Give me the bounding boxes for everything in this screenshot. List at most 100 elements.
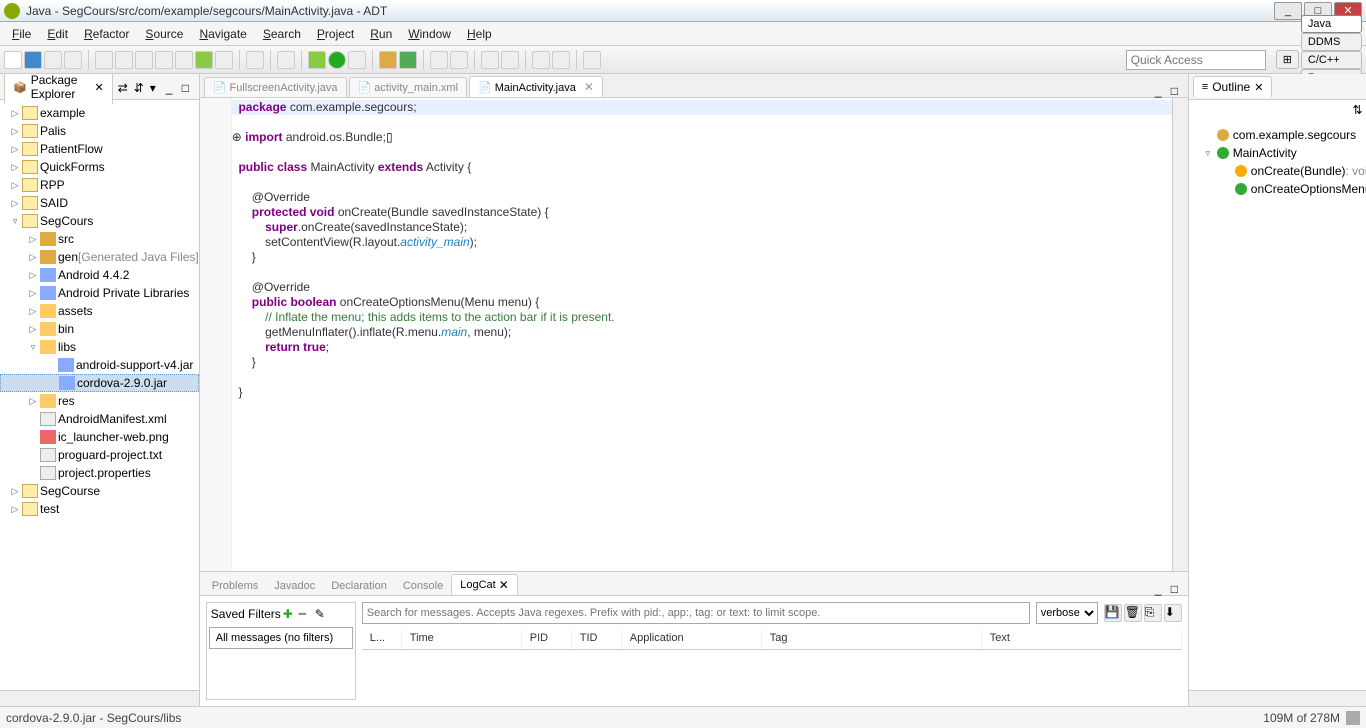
outline-tab[interactable]: ≡ Outline ✕ <box>1193 76 1273 97</box>
scroll-lock-icon[interactable]: ⎘ <box>1144 604 1162 622</box>
log-column-header[interactable]: Text <box>982 630 1182 649</box>
minimize-icon[interactable]: _ <box>165 80 179 94</box>
search-button[interactable] <box>450 51 468 69</box>
logcat-level-select[interactable]: verbose <box>1036 602 1098 624</box>
save-button[interactable] <box>24 51 42 69</box>
editor-tab[interactable]: 📄 FullscreenActivity.java <box>204 77 347 97</box>
expander-icon[interactable]: ▷ <box>28 324 38 335</box>
down-icon[interactable]: ⬇ <box>1164 604 1182 622</box>
expander-icon[interactable]: ▷ <box>10 504 20 515</box>
tree-item[interactable]: ▷Android Private Libraries <box>0 284 199 302</box>
lint-button[interactable] <box>246 51 264 69</box>
quick-access-input[interactable] <box>1126 50 1266 70</box>
pin-button[interactable] <box>583 51 601 69</box>
expander-icon[interactable]: ▷ <box>10 198 20 209</box>
external-tools-button[interactable] <box>348 51 366 69</box>
logcat-search-input[interactable] <box>362 602 1030 624</box>
close-icon[interactable]: ✕ <box>499 578 509 592</box>
tree-item[interactable]: cordova-2.9.0.jar <box>0 374 199 392</box>
edit-filter-icon[interactable]: ✎ <box>315 607 329 621</box>
tool-button[interactable] <box>115 51 133 69</box>
log-column-header[interactable]: Application <box>622 630 762 649</box>
tree-item[interactable]: ▷test <box>0 500 199 518</box>
outline-item[interactable]: ▿MainActivity <box>1193 144 1366 162</box>
tree-item[interactable]: ▷RPP <box>0 176 199 194</box>
log-column-header[interactable]: PID <box>522 630 572 649</box>
perspective-java[interactable]: Java <box>1301 15 1362 33</box>
sort-icon[interactable]: ⇅ <box>1352 102 1366 116</box>
expander-icon[interactable]: ▷ <box>10 108 20 119</box>
horizontal-scrollbar[interactable] <box>0 690 199 706</box>
tree-item[interactable]: ▷PatientFlow <box>0 140 199 158</box>
expander-icon[interactable]: ▷ <box>28 252 38 263</box>
save-log-icon[interactable]: 💾 <box>1104 604 1122 622</box>
horizontal-scrollbar[interactable] <box>1189 690 1366 706</box>
tree-item[interactable]: ▷res <box>0 392 199 410</box>
view-menu-icon[interactable]: ▾ <box>149 80 163 94</box>
add-filter-icon[interactable]: ✚ <box>283 607 297 621</box>
expander-icon[interactable]: ▷ <box>28 306 38 317</box>
expander-icon[interactable]: ▷ <box>28 270 38 281</box>
tree-item[interactable]: ▷gen [Generated Java Files] <box>0 248 199 266</box>
android-sdk-button[interactable] <box>195 51 213 69</box>
tree-item[interactable]: ▿libs <box>0 338 199 356</box>
open-perspective-button[interactable]: ⊞ <box>1276 50 1299 69</box>
package-tree[interactable]: ▷example▷Palis▷PatientFlow▷QuickForms▷RP… <box>0 100 199 690</box>
tree-item[interactable]: ▷SAID <box>0 194 199 212</box>
menu-edit[interactable]: Edit <box>39 25 76 43</box>
bottom-tab-declaration[interactable]: Declaration <box>323 577 395 595</box>
bottom-tab-console[interactable]: Console <box>395 577 451 595</box>
tree-item[interactable]: ic_launcher-web.png <box>0 428 199 446</box>
remove-filter-icon[interactable]: ━ <box>299 607 313 621</box>
gc-icon[interactable] <box>1346 711 1360 725</box>
menu-refactor[interactable]: Refactor <box>76 25 137 43</box>
bottom-tab-logcat[interactable]: LogCat ✕ <box>451 574 518 595</box>
menu-file[interactable]: File <box>4 25 39 43</box>
tree-item[interactable]: ▷src <box>0 230 199 248</box>
new-package-button[interactable] <box>379 51 397 69</box>
menu-window[interactable]: Window <box>400 25 459 43</box>
expander-icon[interactable]: ▿ <box>28 342 38 353</box>
sync-button[interactable] <box>399 51 417 69</box>
editor-tab[interactable]: 📄 activity_main.xml <box>349 77 468 97</box>
clear-log-icon[interactable]: 🗑 <box>1124 604 1142 622</box>
menu-navigate[interactable]: Navigate <box>191 25 254 43</box>
bottom-tab-problems[interactable]: Problems <box>204 577 266 595</box>
expander-icon[interactable]: ▷ <box>28 288 38 299</box>
tree-item[interactable]: ▷Palis <box>0 122 199 140</box>
tool-button[interactable] <box>175 51 193 69</box>
run-button[interactable] <box>328 51 346 69</box>
open-type-button[interactable] <box>430 51 448 69</box>
log-column-header[interactable]: L... <box>362 630 402 649</box>
log-column-header[interactable]: Time <box>402 630 522 649</box>
menu-run[interactable]: Run <box>362 25 400 43</box>
tree-item[interactable]: android-support-v4.jar <box>0 356 199 374</box>
perspective-ddms[interactable]: DDMS <box>1301 33 1362 51</box>
maximize-icon[interactable]: □ <box>181 80 195 94</box>
expander-icon[interactable]: ▷ <box>28 396 38 407</box>
expander-icon[interactable]: ▿ <box>10 216 20 227</box>
tree-item[interactable]: ▷bin <box>0 320 199 338</box>
log-column-header[interactable]: Tag <box>762 630 982 649</box>
tree-item[interactable]: ▷SegCourse <box>0 482 199 500</box>
tree-item[interactable]: ▷example <box>0 104 199 122</box>
expander-icon[interactable]: ▷ <box>10 162 20 173</box>
tree-item[interactable]: project.properties <box>0 464 199 482</box>
expander-icon[interactable]: ▷ <box>10 486 20 497</box>
tool-button[interactable] <box>95 51 113 69</box>
filter-all-messages[interactable]: All messages (no filters) <box>209 627 353 649</box>
tool-button[interactable] <box>155 51 173 69</box>
vertical-scrollbar[interactable] <box>1172 98 1188 571</box>
expander-icon[interactable]: ▷ <box>10 126 20 137</box>
menu-search[interactable]: Search <box>255 25 309 43</box>
minimize-icon[interactable]: _ <box>1154 581 1168 595</box>
tool-button[interactable] <box>135 51 153 69</box>
log-column-header[interactable]: TID <box>572 630 622 649</box>
nav-button[interactable] <box>481 51 499 69</box>
forward-button[interactable] <box>552 51 570 69</box>
save-all-button[interactable] <box>44 51 62 69</box>
expander-icon[interactable]: ▷ <box>10 180 20 191</box>
expander-icon[interactable]: ▷ <box>10 144 20 155</box>
bottom-tab-javadoc[interactable]: Javadoc <box>266 577 323 595</box>
menu-help[interactable]: Help <box>459 25 500 43</box>
